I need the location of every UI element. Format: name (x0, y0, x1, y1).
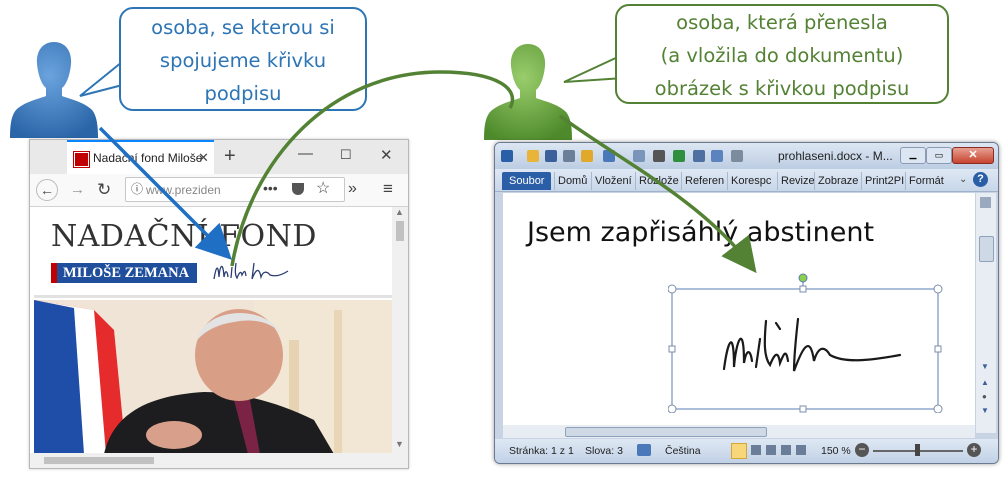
tab-korespondence[interactable]: Korespc (727, 172, 771, 190)
toolbar-icon[interactable] (731, 150, 743, 162)
info-icon[interactable]: ⓘ (131, 183, 143, 195)
minimize-icon[interactable]: — (298, 146, 313, 161)
nav-toolbar: ← → ↻ ⓘ www.preziden ••• ☆ » ≡ (30, 174, 408, 207)
bubble-line: osoba, se kterou si (151, 16, 335, 39)
window-title: prohlaseni.docx - M... (778, 149, 893, 163)
help-icon[interactable]: ? (973, 172, 988, 187)
forward-icon[interactable]: → (70, 182, 85, 197)
ribbon-collapse-icon[interactable]: ⌄ (959, 175, 967, 185)
close-tab-icon[interactable]: ✕ (198, 151, 209, 164)
bookmark-star-icon[interactable]: ☆ (316, 181, 330, 197)
undo-icon[interactable] (603, 150, 615, 162)
redo-icon[interactable] (633, 150, 645, 162)
view-outline-icon[interactable] (781, 445, 791, 455)
spellcheck-icon[interactable] (637, 444, 651, 456)
president-photo (34, 300, 392, 453)
scroll-down-icon[interactable]: ▼ (981, 363, 989, 371)
zoom-slider-thumb[interactable] (915, 444, 920, 456)
zoom-out-icon[interactable]: − (855, 443, 869, 457)
maximize-icon[interactable]: ☐ (340, 148, 352, 161)
maximize-button[interactable]: ▭ (926, 147, 952, 164)
back-icon[interactable]: ← (36, 179, 58, 201)
zoom-in-icon[interactable]: + (967, 443, 981, 457)
more-icon[interactable]: ••• (263, 181, 278, 195)
status-words[interactable]: Slova: 3 (585, 445, 623, 457)
minimize-button[interactable]: ▁ (900, 147, 926, 164)
word-app-icon[interactable] (501, 150, 513, 162)
menu-icon[interactable]: ≡ (383, 180, 393, 197)
url-text: www.preziden (146, 183, 221, 197)
bubble-line: obrázek s křivkou podpisu (654, 77, 910, 100)
view-print-layout-icon[interactable] (731, 443, 747, 459)
word-vertical-scrollbar[interactable]: ▼ ▲ ● ▼ (976, 193, 996, 433)
browse-object-icon[interactable]: ● (982, 393, 987, 401)
word-titlebar: prohlaseni.docx - M... ▁ ▭ ✕ (495, 143, 998, 169)
tab-format[interactable]: Formát (905, 172, 944, 190)
word-scroll-thumb[interactable] (979, 236, 994, 262)
reload-icon[interactable]: ↻ (97, 181, 111, 198)
next-page-icon[interactable]: ▼ (981, 407, 989, 415)
print-icon[interactable] (563, 150, 575, 162)
tab-domu[interactable]: Domů (554, 172, 587, 190)
zoom-level[interactable]: 150 % (821, 445, 851, 457)
tab-soubor[interactable]: Soubor (502, 172, 552, 190)
signature-image-selected[interactable] (668, 259, 944, 413)
foundation-title: NADAČNÍ FOND (51, 219, 317, 254)
horizontal-scrollbar[interactable] (30, 453, 408, 468)
tab-revize[interactable]: Revize (777, 172, 815, 190)
signature-image (213, 262, 289, 280)
view-draft-icon[interactable] (796, 445, 806, 455)
scroll-down-icon[interactable]: ▼ (395, 440, 404, 449)
ribbon-tabs: Soubor Domů Vložení Rozlože Referen Kore… (495, 169, 998, 192)
browser-tab[interactable]: Nadační fond Miloše ✕ (67, 140, 214, 174)
tab-bar: Nadační fond Miloše ✕ + — ☐ ✕ (30, 140, 408, 174)
pocket-icon[interactable] (292, 183, 304, 195)
view-reading-icon[interactable] (751, 445, 761, 455)
browser-window: Nadační fond Miloše ✕ + — ☐ ✕ ← → ↻ ⓘ ww… (29, 139, 409, 469)
tab-print2pdf[interactable]: Print2PI (861, 172, 904, 190)
favicon-icon (74, 152, 89, 167)
word-window: prohlaseni.docx - M... ▁ ▭ ✕ Soubor Domů… (494, 142, 999, 464)
close-window-icon[interactable]: ✕ (380, 148, 393, 163)
bubble-line: (a vložila do dokumentu) (660, 44, 904, 67)
tab-zobrazeni[interactable]: Zobraze (814, 172, 858, 190)
status-language[interactable]: Čeština (665, 445, 701, 457)
new-tab-button[interactable]: + (224, 146, 236, 166)
bubble-line: podpisu (204, 82, 282, 105)
tab-rozlozeni[interactable]: Rozlože (635, 172, 679, 190)
toolbar-icon[interactable] (693, 150, 705, 162)
scroll-thumb[interactable] (396, 221, 404, 241)
ruler-toggle-icon[interactable] (980, 197, 991, 208)
folder-icon[interactable] (581, 150, 593, 162)
prev-page-icon[interactable]: ▲ (981, 379, 989, 387)
bubble-line: spojujeme křivku (159, 49, 327, 72)
toolbar-icon[interactable] (653, 150, 665, 162)
close-button[interactable]: ✕ (952, 147, 994, 164)
vertical-scrollbar[interactable]: ▲ ▼ (392, 207, 408, 453)
bubble-line: osoba, která přenesla (676, 11, 888, 34)
document-text: Jsem zapřisáhlý abstinent (527, 217, 875, 248)
tab-reference[interactable]: Referen (681, 172, 724, 190)
tab-title: Nadační fond Miloše (93, 151, 203, 165)
tab-vlozeni[interactable]: Vložení (591, 172, 632, 190)
url-bar[interactable]: ⓘ www.preziden ••• ☆ (125, 177, 345, 202)
overflow-icon[interactable]: » (348, 181, 357, 197)
speech-bubble-transferer: osoba, která přenesla (a vložila do doku… (615, 4, 949, 104)
word-h-scroll-thumb[interactable] (565, 427, 767, 437)
divider (34, 295, 392, 298)
status-bar: Stránka: 1 z 1 Slova: 3 Čeština 150 % − … (495, 439, 998, 463)
word-horizontal-scrollbar[interactable] (503, 425, 975, 438)
speech-bubble-signer: osoba, se kterou si spojujeme křivku pod… (119, 7, 367, 111)
toolbar-icon[interactable] (673, 150, 685, 162)
h-scroll-thumb[interactable] (44, 457, 154, 464)
save-icon[interactable] (545, 150, 557, 162)
view-web-icon[interactable] (766, 445, 776, 455)
document-page[interactable]: Jsem zapřisáhlý abstinent (503, 193, 975, 425)
open-icon[interactable] (527, 150, 539, 162)
toolbar-icon[interactable] (711, 150, 723, 162)
foundation-subtitle: MILOŠE ZEMANA (51, 263, 198, 283)
web-page: NADAČNÍ FOND MILOŠE ZEMANA (30, 207, 392, 453)
scroll-up-icon[interactable]: ▲ (395, 208, 404, 217)
status-page[interactable]: Stránka: 1 z 1 (509, 445, 574, 457)
